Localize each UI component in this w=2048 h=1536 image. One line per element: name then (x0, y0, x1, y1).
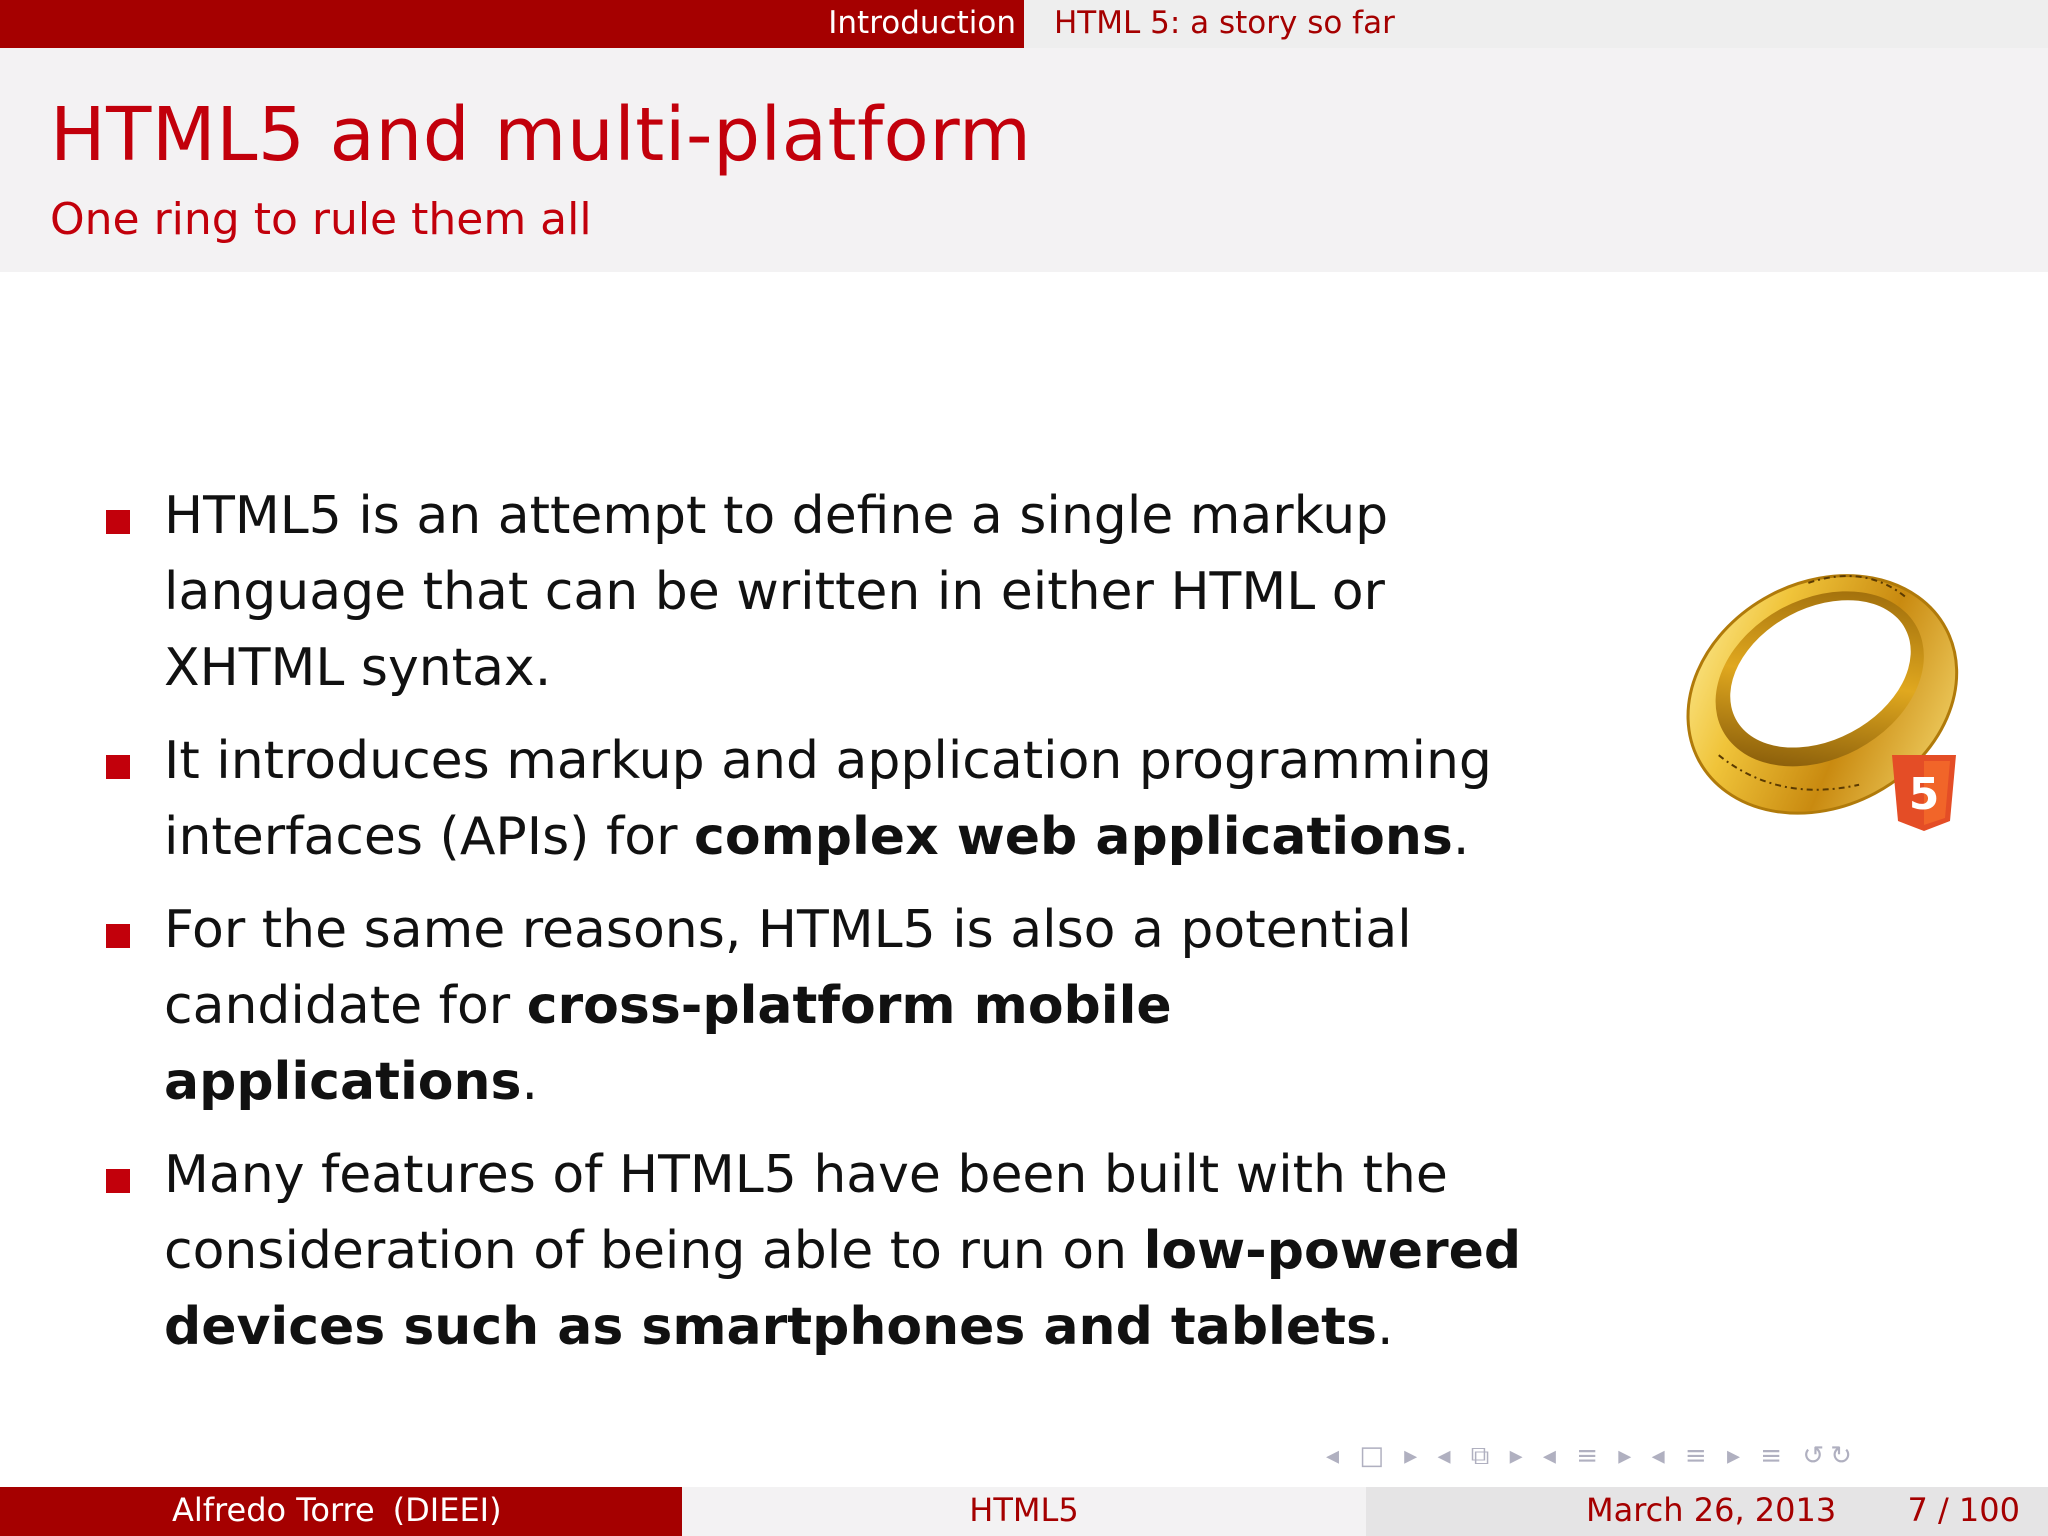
bullet-square-icon (106, 924, 130, 948)
slide-title: HTML5 and multi-platform (50, 92, 1032, 178)
bullet-bold-text: complex web applications (694, 807, 1453, 867)
header-subsection-link[interactable]: HTML 5: a story so far (1054, 0, 1395, 48)
footer-date: March 26, 2013 (1586, 1491, 1837, 1529)
html5-badge-label: 5 (1909, 769, 1940, 820)
footer-page-number: 7 / 100 (1907, 1491, 2020, 1529)
ring-image: 5 (1660, 530, 1980, 860)
bullet-text-end: . (1376, 1297, 1394, 1357)
bullet-item: It introduces markup and application pro… (106, 723, 1526, 875)
navigation-symbols[interactable]: ◂ □ ▸ ◂ ⧉ ▸ ◂ ≡ ▸ ◂ ≡ ▸ ≡ ↺↻ (1326, 1436, 1858, 1476)
html5-badge-icon: 5 (1892, 755, 1956, 831)
footer-bar: Alfredo Torre (DIEEI) HTML5 March 26, 201… (0, 1487, 2048, 1536)
header-section-link[interactable]: Introduction (828, 0, 1016, 48)
title-band: HTML5 and multi-platform One ring to rul… (0, 48, 2048, 272)
bullet-text: HTML5 is an attempt to define a single m… (164, 486, 1389, 698)
slide-subtitle: One ring to rule them all (50, 194, 592, 245)
bullet-square-icon (106, 755, 130, 779)
bullet-text-end: . (521, 1052, 539, 1112)
bullet-item: Many features of HTML5 have been built w… (106, 1137, 1526, 1365)
bullet-list: HTML5 is an attempt to define a single m… (106, 478, 1526, 1382)
footer-short-title: HTML5 (969, 1491, 1079, 1529)
footer-institute: (DIEEI) (392, 1491, 502, 1529)
bullet-item: HTML5 is an attempt to define a single m… (106, 478, 1526, 706)
bullet-item: For the same reasons, HTML5 is also a po… (106, 892, 1526, 1120)
bullet-text-end: . (1452, 807, 1470, 867)
footer-author: Alfredo Torre (DIEEI) (172, 1487, 502, 1534)
bullet-square-icon (106, 510, 130, 534)
ring-icon: 5 (1686, 574, 1959, 831)
footer-author-name: Alfredo Torre (172, 1491, 375, 1529)
bullet-square-icon (106, 1169, 130, 1193)
header-nav-bar: Introduction HTML 5: a story so far (0, 0, 2048, 48)
